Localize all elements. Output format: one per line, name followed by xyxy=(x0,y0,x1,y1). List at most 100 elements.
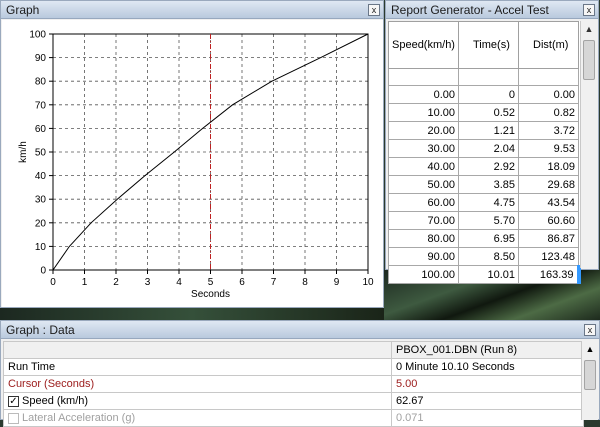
cell-speed[interactable]: 90.00 xyxy=(388,247,459,266)
report-scrollbar[interactable]: ▲ xyxy=(580,21,597,268)
table-row[interactable]: 90.00 8.50 123.48 xyxy=(388,247,579,266)
table-row[interactable]: 30.00 2.04 9.53 xyxy=(388,139,579,158)
y-tick-label: 30 xyxy=(35,195,47,206)
y-tick-label: 60 xyxy=(35,124,47,135)
cell-time[interactable]: 0 xyxy=(458,85,519,104)
x-axis-label: Seconds xyxy=(191,289,230,300)
cell-speed[interactable]: 100.00 xyxy=(388,265,459,284)
cell-dist[interactable]: 60.60 xyxy=(518,211,579,230)
x-tick-label: 5 xyxy=(208,277,214,288)
report-window-close-button[interactable]: x xyxy=(583,4,595,16)
data-window-close-button[interactable]: x xyxy=(584,324,596,336)
cell-speed[interactable]: 10.00 xyxy=(388,103,459,122)
cell-dist[interactable]: 0.00 xyxy=(518,85,579,104)
speed-label: Speed (km/h) xyxy=(22,395,89,407)
cell-time[interactable]: 8.50 xyxy=(458,247,519,266)
table-row[interactable]: 0.00 0 0.00 xyxy=(388,85,579,104)
table-row[interactable]: 50.00 3.85 29.68 xyxy=(388,175,579,194)
cell-time[interactable]: 10.01 xyxy=(458,265,519,284)
table-row[interactable]: 80.00 6.95 86.87 xyxy=(388,229,579,248)
lateral-checkbox[interactable] xyxy=(8,412,19,424)
cell-time[interactable]: 2.92 xyxy=(458,157,519,176)
cell-speed[interactable]: 70.00 xyxy=(388,211,459,230)
x-tick-label: 2 xyxy=(113,277,119,288)
cell-speed[interactable]: 30.00 xyxy=(388,139,459,158)
cell-speed[interactable]: 40.00 xyxy=(388,157,459,176)
y-tick-label: 10 xyxy=(35,242,47,253)
cell-speed[interactable]: 20.00 xyxy=(388,121,459,140)
y-tick-label: 40 xyxy=(35,171,47,182)
cell-speed[interactable]: 50.00 xyxy=(388,175,459,194)
data-window-title: Graph : Data xyxy=(6,323,75,337)
column-header-dist[interactable]: Dist(m) xyxy=(518,21,579,69)
cursor-label: Cursor (Seconds) xyxy=(3,375,392,393)
cell-time[interactable]: 6.95 xyxy=(458,229,519,248)
report-window-title: Report Generator - Accel Test xyxy=(391,3,549,17)
data-header-blank xyxy=(3,341,392,359)
speed-checkbox[interactable]: ✓ xyxy=(8,395,19,407)
table-row[interactable]: 10.00 0.52 0.82 xyxy=(388,103,579,122)
cell-time[interactable]: 2.04 xyxy=(458,139,519,158)
cell-dist[interactable]: 18.09 xyxy=(518,157,579,176)
desktop-background-strip xyxy=(0,308,384,320)
table-row: ✓ Speed (km/h) 62.67 xyxy=(3,392,584,410)
cell-dist[interactable]: 43.54 xyxy=(518,193,579,212)
speed-row-label-cell: ✓ Speed (km/h) xyxy=(3,392,392,410)
cell-speed[interactable]: 0.00 xyxy=(388,85,459,104)
data-header-row: PBOX_001.DBN (Run 8) xyxy=(3,341,584,359)
cell-speed[interactable]: 60.00 xyxy=(388,193,459,212)
cell-dist[interactable]: 86.87 xyxy=(518,229,579,248)
table-row: Run Time 0 Minute 10.10 Seconds xyxy=(3,358,584,376)
scrollbar-thumb[interactable] xyxy=(583,40,595,80)
data-table: PBOX_001.DBN (Run 8) Run Time 0 Minute 1… xyxy=(3,341,584,427)
speed-value: 62.67 xyxy=(391,392,584,410)
report-generator-window: Report Generator - Accel Test x Speed(km… xyxy=(385,0,599,284)
cell-dist[interactable]: 163.39 xyxy=(518,265,581,284)
cell-dist[interactable]: 3.72 xyxy=(518,121,579,140)
report-table: Speed(km/h) Time(s) Dist(m) 0.00 0 0.00 10.… xyxy=(388,21,581,284)
table-row[interactable]: 70.00 5.70 60.60 xyxy=(388,211,579,230)
run-time-value: 0 Minute 10.10 Seconds xyxy=(391,358,584,376)
y-tick-label: 90 xyxy=(35,53,47,64)
chart-background xyxy=(2,20,383,307)
cell-dist[interactable]: 123.48 xyxy=(518,247,579,266)
data-scroll-up-icon[interactable]: ▲ xyxy=(582,341,598,358)
cell-time[interactable]: 5.70 xyxy=(458,211,519,230)
x-tick-label: 10 xyxy=(362,277,374,288)
column-header-time[interactable]: Time(s) xyxy=(458,21,519,69)
cell-dist[interactable]: 29.68 xyxy=(518,175,579,194)
y-axis-label: km/h xyxy=(18,141,29,163)
cell-time[interactable]: 3.85 xyxy=(458,175,519,194)
y-tick-label: 70 xyxy=(35,100,47,111)
cell-dist[interactable]: 9.53 xyxy=(518,139,579,158)
report-window-titlebar[interactable]: Report Generator - Accel Test x xyxy=(386,1,598,19)
graph-window-close-button[interactable]: x xyxy=(368,4,380,16)
data-scrollbar-thumb[interactable] xyxy=(584,360,596,390)
cursor-value: 5.00 xyxy=(391,375,584,393)
column-header-speed[interactable]: Speed(km/h) xyxy=(388,21,459,69)
table-row[interactable]: 60.00 4.75 43.54 xyxy=(388,193,579,212)
cell-speed[interactable]: 80.00 xyxy=(388,229,459,248)
table-row[interactable]: 100.00 10.01 163.39 xyxy=(388,265,581,284)
table-row[interactable]: 40.00 2.92 18.09 xyxy=(388,157,579,176)
y-tick-label: 50 xyxy=(35,148,47,159)
y-tick-label: 20 xyxy=(35,218,47,229)
graph-window-titlebar[interactable]: Graph x xyxy=(1,1,383,19)
scroll-up-icon[interactable]: ▲ xyxy=(581,21,597,38)
x-tick-label: 3 xyxy=(145,277,151,288)
speed-time-chart[interactable]: 0 1 2 3 4 5 6 7 8 9 100102030405060708090100Second… xyxy=(2,20,383,307)
file-header: PBOX_001.DBN (Run 8) xyxy=(391,341,584,359)
table-row: Lateral Acceleration (g) 0.071 xyxy=(3,409,584,427)
cell-dist[interactable]: 0.82 xyxy=(518,103,579,122)
y-tick-label: 80 xyxy=(35,77,47,88)
cell-time[interactable]: 0.52 xyxy=(458,103,519,122)
graph-data-window: Graph : Data x PBOX_001.DBN (Run 8) Run … xyxy=(0,320,600,427)
data-window-titlebar[interactable]: Graph : Data x xyxy=(1,321,599,339)
cell-time[interactable]: 1.21 xyxy=(458,121,519,140)
x-tick-label: 9 xyxy=(334,277,340,288)
table-row[interactable]: 20.00 1.21 3.72 xyxy=(388,121,579,140)
data-scrollbar[interactable]: ▲ xyxy=(581,341,598,420)
graph-window: Graph x 0 1 2 3 4 5 6 7 8 9 10 0 10 20 30 40 50 60 70 80 90 1… xyxy=(0,0,384,308)
x-tick-label: 8 xyxy=(302,277,308,288)
cell-time[interactable]: 4.75 xyxy=(458,193,519,212)
